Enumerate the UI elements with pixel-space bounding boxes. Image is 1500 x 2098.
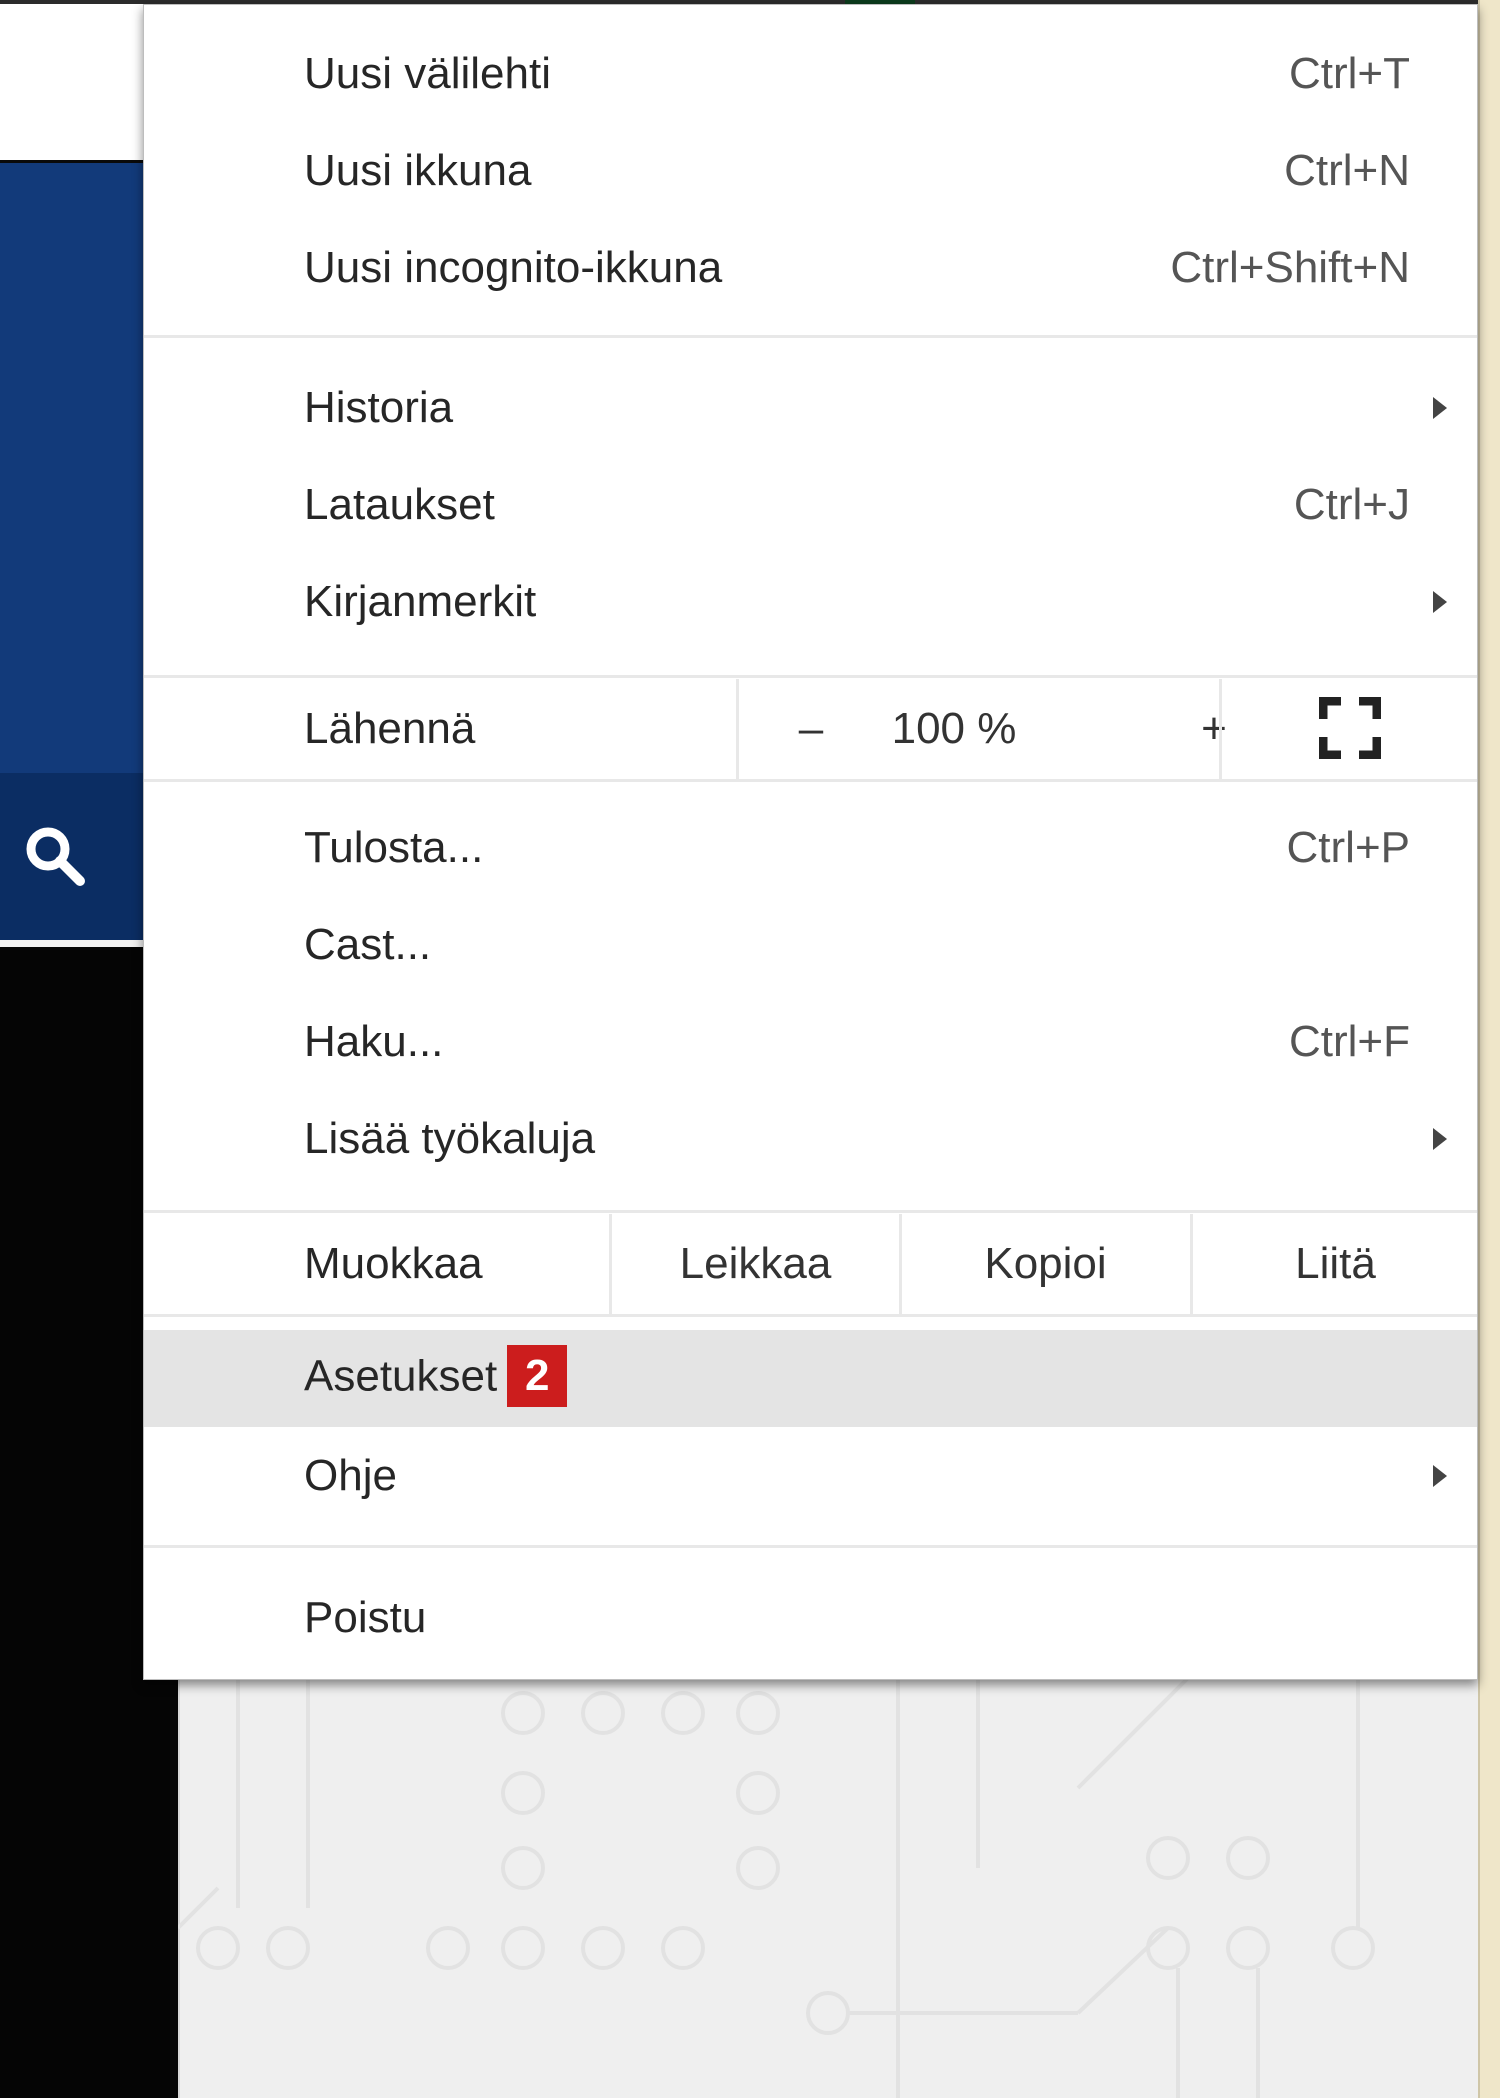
menu-item-label: Cast... — [304, 919, 432, 969]
menu-item-label: Poistu — [304, 1592, 427, 1642]
menu-item-label: Uusi välilehti — [304, 48, 551, 98]
zoom-label: Lähennä — [304, 704, 476, 753]
menu-separator — [144, 1210, 1477, 1213]
menu-item-bookmarks[interactable]: Kirjanmerkit — [144, 553, 1477, 650]
menu-item-more-tools[interactable]: Lisää työkaluja — [144, 1090, 1477, 1187]
menu-item-label: Tulosta... — [304, 822, 484, 872]
submenu-arrow-icon — [1433, 1127, 1447, 1150]
menu-item-shortcut: Ctrl+J — [1293, 479, 1410, 529]
copy-button[interactable]: Kopioi — [902, 1214, 1189, 1314]
menu-item-shortcut: Ctrl+T — [1289, 48, 1410, 98]
menu-item-shortcut: Ctrl+P — [1286, 822, 1410, 872]
menu-item-shortcut: Ctrl+N — [1284, 145, 1410, 195]
submenu-arrow-icon — [1433, 590, 1447, 613]
menu-item-new-incognito-window[interactable]: Uusi incognito-ikkuna Ctrl+Shift+N — [144, 219, 1477, 316]
menu-item-help[interactable]: Ohje — [144, 1427, 1477, 1524]
menu-separator — [144, 1314, 1477, 1317]
menu-item-label: Lataukset — [304, 479, 495, 529]
menu-item-label: Haku... — [304, 1016, 444, 1066]
fullscreen-icon[interactable] — [1319, 697, 1381, 759]
notification-badge: 2 — [507, 1344, 568, 1407]
menu-item-cast[interactable]: Cast... — [144, 896, 1477, 993]
menu-separator — [144, 335, 1477, 338]
menu-item-exit[interactable]: Poistu — [144, 1569, 1477, 1666]
zoom-in-button[interactable]: + — [1174, 679, 1254, 779]
zoom-row: Lähennä – 100 % + — [144, 679, 1477, 779]
menu-item-downloads[interactable]: Lataukset Ctrl+J — [144, 456, 1477, 553]
menu-separator — [144, 1545, 1477, 1548]
menu-item-label: Kirjanmerkit — [304, 576, 537, 626]
edit-label: Muokkaa — [304, 1239, 483, 1288]
paste-button[interactable]: Liitä — [1193, 1214, 1478, 1314]
menu-item-new-window[interactable]: Uusi ikkuna Ctrl+N — [144, 122, 1477, 219]
window-right-edge — [1478, 0, 1500, 2098]
menu-separator — [144, 779, 1477, 782]
zoom-divider — [1219, 679, 1222, 779]
site-nav-bar — [0, 163, 150, 773]
menu-item-shortcut: Ctrl+F — [1289, 1016, 1410, 1066]
cut-button[interactable]: Leikkaa — [612, 1214, 899, 1314]
menu-item-find[interactable]: Haku... Ctrl+F — [144, 993, 1477, 1090]
menu-item-label: Historia — [304, 382, 454, 432]
submenu-arrow-icon — [1433, 396, 1447, 419]
menu-item-shortcut: Ctrl+Shift+N — [1170, 242, 1410, 292]
menu-item-label: Uusi incognito-ikkuna — [304, 242, 723, 292]
submenu-arrow-icon — [1433, 1464, 1447, 1487]
menu-separator — [144, 675, 1477, 678]
menu-item-new-tab[interactable]: Uusi välilehti Ctrl+T — [144, 25, 1477, 122]
settings-label: Asetukset — [304, 1351, 498, 1401]
menu-item-label: Lisää työkaluja — [304, 1113, 596, 1163]
edit-row: Muokkaa Leikkaa Kopioi Liitä — [144, 1214, 1477, 1314]
browser-menu: Uusi välilehti Ctrl+T Uusi ikkuna Ctrl+N… — [143, 4, 1478, 1680]
menu-item-label: Ohje — [304, 1450, 397, 1500]
search-icon[interactable] — [22, 823, 88, 889]
zoom-out-button[interactable]: – — [756, 679, 866, 779]
zoom-level: 100 % — [891, 704, 1017, 753]
zoom-divider — [736, 679, 739, 779]
menu-item-settings[interactable]: Asetukset 2 — [144, 1330, 1477, 1427]
circuit-pattern — [178, 1668, 1375, 2098]
menu-item-history[interactable]: Historia — [144, 359, 1477, 456]
menu-item-label: Asetukset 2 — [304, 1344, 568, 1410]
menu-item-print[interactable]: Tulosta... Ctrl+P — [144, 799, 1477, 896]
menu-item-label: Uusi ikkuna — [304, 145, 532, 195]
